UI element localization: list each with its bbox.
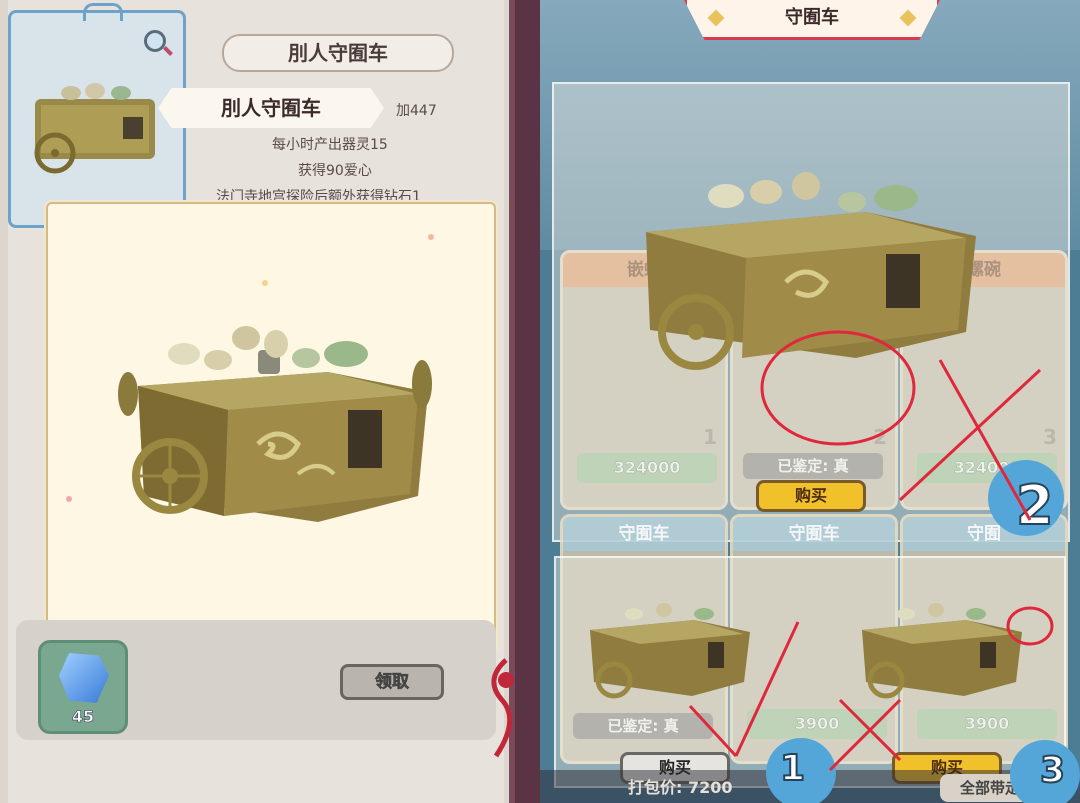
diamond-count: 45 [71,707,95,727]
card-header: 守囿车 [733,517,895,551]
chariot-artifact-image [118,326,432,522]
corner-number-1: 1 [779,747,806,790]
info-line-bonus: 加447 [396,103,437,119]
left-panel: 刖人守囿车 加447 每小时产出器灵15 获得90爱心 法门寺地宫探险后额外获得… [0,0,540,803]
info-line-hearts: 获得90爱心 [298,163,372,179]
corner-number-3: 3 [1039,749,1066,792]
ribbon-knot-decoration [491,658,514,758]
bundle-price: 打包价: 7200 [628,778,733,797]
magnifier-icon[interactable] [144,30,166,52]
buy-button-top[interactable]: 购买 [756,480,866,512]
corner-number-2: 2 [1015,473,1055,538]
info-line-output: 每小时产出器灵15 [272,137,388,153]
claim-button[interactable]: 领取 [340,664,444,700]
page-title: 守囿车 [785,7,839,28]
right-panel: 守囿车 嵌螭 1 324000 2 已鉴定: 真 螺碗 3 324000 购买 … [540,0,1080,803]
item-info-title: 刖人守囿车 [222,34,454,72]
item-name-banner: 刖人守囿车 [158,88,384,128]
diamond-reward-tile: 45 [38,640,128,734]
item-preview-popup [46,202,496,652]
comparison-overlay-top [552,82,1070,542]
card-header: 守囿车 [563,517,725,551]
diamond-icon [59,653,109,703]
